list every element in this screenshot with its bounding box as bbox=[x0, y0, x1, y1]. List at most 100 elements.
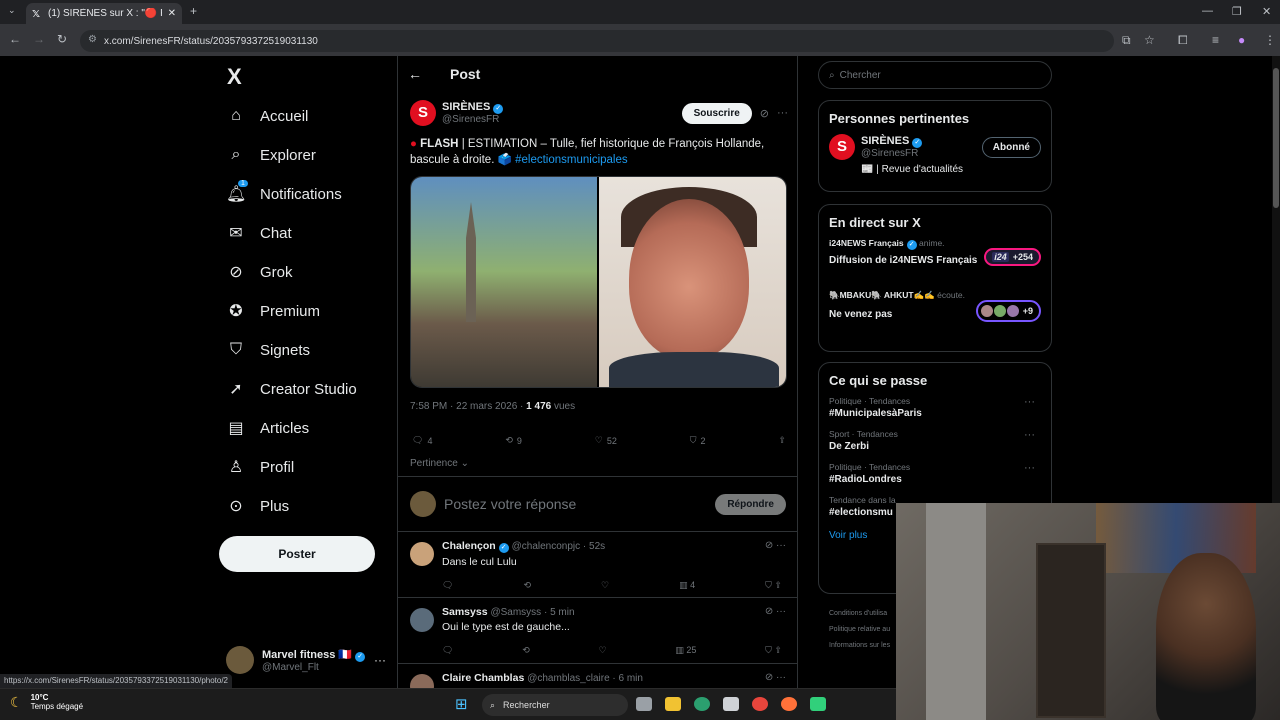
repost-action[interactable]: ⟲ 9 bbox=[505, 435, 522, 446]
footer-link[interactable]: Politique relative au bbox=[829, 622, 890, 638]
url-field[interactable]: ⚙ x.com/SirenesFR/status/203579337251903… bbox=[80, 30, 1114, 52]
trend-item[interactable]: Sport · Tendances De Zerbi ··· bbox=[829, 429, 1041, 452]
new-tab-icon[interactable]: + bbox=[190, 4, 197, 18]
heart-icon[interactable]: ♡ bbox=[599, 645, 607, 656]
reply-input[interactable]: Postez votre réponse bbox=[444, 496, 707, 512]
back-arrow-icon[interactable]: ← bbox=[408, 66, 422, 82]
author-name[interactable]: SIRÈNES ✓ bbox=[442, 101, 682, 114]
grok-icon[interactable]: ⊘ bbox=[765, 606, 773, 617]
edge-icon[interactable] bbox=[694, 697, 710, 711]
live-listeners-pill[interactable]: i24 +254 bbox=[984, 248, 1041, 266]
close-window-icon[interactable]: ✕ bbox=[1262, 5, 1271, 18]
back-icon[interactable]: ← bbox=[9, 32, 21, 46]
trend-item[interactable]: Politique · Tendances #MunicipalesàParis ·… bbox=[829, 396, 1041, 419]
comment-item[interactable]: Claire Chamblas @chamblas_claire · 6 min… bbox=[398, 664, 798, 688]
nav-item-grok[interactable]: ⊘ Grok bbox=[226, 260, 292, 284]
windows-start-icon[interactable]: ⊞ bbox=[455, 695, 468, 713]
more-options-icon[interactable]: ··· bbox=[1024, 429, 1035, 441]
chrome-icon[interactable] bbox=[752, 697, 768, 711]
nav-item-chat[interactable]: ✉ Chat bbox=[226, 221, 291, 245]
comment-author[interactable]: Chalençon ✓ @chalenconpjc · 52s bbox=[442, 540, 787, 553]
tab-list-icon[interactable]: ⌄ bbox=[8, 5, 16, 16]
relevant-person[interactable]: S SIRÈNES ✓ @SirenesFR Abonné bbox=[829, 134, 1041, 160]
bookmark-share[interactable]: ⛉ ⇪ bbox=[765, 580, 782, 591]
author-handle[interactable]: @SirenesFR bbox=[442, 114, 682, 125]
close-tab-icon[interactable]: ✕ bbox=[168, 8, 176, 19]
media-photo-town[interactable] bbox=[411, 177, 597, 387]
footer-link[interactable]: Conditions d'utilisa bbox=[829, 606, 890, 622]
repost-icon[interactable]: ⟲ bbox=[522, 645, 530, 656]
x-logo-icon[interactable]: X bbox=[227, 64, 242, 90]
comment-author[interactable]: Samsyss @Samsyss · 5 min bbox=[442, 606, 787, 618]
nav-item-premium[interactable]: ✪ Premium bbox=[226, 299, 320, 323]
nav-item-plus[interactable]: ⊙ Plus bbox=[226, 494, 289, 518]
comment-avatar[interactable] bbox=[410, 674, 434, 688]
more-options-icon[interactable]: ··· bbox=[776, 606, 786, 617]
file-explorer-icon[interactable] bbox=[665, 697, 681, 711]
hashtag-link[interactable]: #electionsmunicipales bbox=[515, 154, 628, 166]
more-options-icon[interactable]: ··· bbox=[1024, 396, 1035, 408]
post-button[interactable]: Poster bbox=[219, 536, 375, 572]
live-listeners-pill[interactable]: +9 bbox=[975, 300, 1041, 322]
firefox-icon[interactable] bbox=[781, 697, 797, 711]
comment-avatar[interactable] bbox=[410, 542, 434, 566]
live-item[interactable]: 🐘MBAKU🐘 AHKUT✍️✍️ écoute. Ne venez pas +… bbox=[829, 290, 1041, 340]
install-icon[interactable]: ⧉ bbox=[1122, 33, 1131, 48]
nav-item-profil[interactable]: ♙ Profil bbox=[226, 455, 294, 479]
like-action[interactable]: ♡ 52 bbox=[595, 435, 617, 446]
bookmark-share[interactable]: ⛉ ⇪ bbox=[765, 645, 782, 656]
media-photo-portrait[interactable] bbox=[599, 177, 786, 387]
live-item[interactable]: i24NEWS Français ✓ anime. Diffusion de i2… bbox=[829, 238, 1041, 290]
views-action[interactable]: ▥ 25 bbox=[675, 645, 696, 656]
comment-item[interactable]: Samsyss @Samsyss · 5 min Oui le type est… bbox=[398, 598, 798, 664]
forward-icon[interactable]: → bbox=[33, 32, 45, 46]
star-icon[interactable]: ☆ bbox=[1144, 33, 1155, 47]
reply-button[interactable]: Répondre bbox=[715, 493, 786, 515]
nav-item-articles[interactable]: ▤ Articles bbox=[226, 416, 309, 440]
following-button[interactable]: Abonné bbox=[981, 136, 1041, 158]
nav-item-notifications[interactable]: 🔔︎ 1 Notifications bbox=[226, 180, 342, 206]
more-options-icon[interactable]: ··· bbox=[1024, 462, 1035, 474]
task-view-icon[interactable] bbox=[636, 697, 652, 711]
weather-widget[interactable]: ☾ 10°C Temps dégagé bbox=[10, 693, 83, 711]
comment-avatar[interactable] bbox=[410, 608, 434, 632]
grok-icon[interactable]: ⊘ bbox=[765, 540, 773, 551]
nav-item-accueil[interactable]: ⌂ Accueil bbox=[226, 104, 308, 128]
repost-icon[interactable]: ⟲ bbox=[523, 580, 531, 591]
more-options-icon[interactable]: ··· bbox=[776, 672, 786, 683]
author-avatar[interactable]: S bbox=[410, 100, 436, 126]
search-field[interactable]: ⌕ Chercher bbox=[818, 61, 1052, 89]
profile-icon[interactable]: ● bbox=[1238, 33, 1245, 47]
menu-icon[interactable]: ⋮ bbox=[1264, 33, 1276, 47]
maximize-icon[interactable]: ❐ bbox=[1232, 5, 1242, 18]
views-action[interactable]: ▥ 4 bbox=[679, 580, 695, 591]
reply-action[interactable]: 🗨︎ 4 bbox=[412, 435, 432, 446]
more-options-icon[interactable]: ··· bbox=[776, 540, 786, 551]
comment-author[interactable]: Claire Chamblas @chamblas_claire · 6 min bbox=[442, 672, 787, 684]
nav-item-explorer[interactable]: ⌕ Explorer bbox=[226, 143, 316, 167]
tab-search-icon[interactable]: ≡ bbox=[1212, 33, 1219, 47]
account-switcher[interactable]: Marvel fitness 🇫🇷 ✓ @Marvel_Flt ··· bbox=[226, 644, 386, 676]
author-avatar[interactable]: S bbox=[829, 134, 855, 160]
nav-item-signets[interactable]: ⛉ Signets bbox=[226, 338, 310, 362]
tweet-media[interactable] bbox=[410, 176, 787, 388]
heart-icon[interactable]: ♡ bbox=[601, 580, 609, 591]
grok-icon[interactable]: ⊘ bbox=[765, 672, 773, 683]
footer-link[interactable]: Informations sur les bbox=[829, 638, 890, 654]
bookmark-action[interactable]: ⛉ 2 bbox=[690, 435, 706, 446]
taskbar-search[interactable]: ⌕ Rechercher bbox=[482, 694, 628, 716]
site-info-icon[interactable]: ⚙ bbox=[88, 34, 97, 45]
trend-item[interactable]: Politique · Tendances #RadioLondres ··· bbox=[829, 462, 1041, 485]
app-icon[interactable] bbox=[810, 697, 826, 711]
scrollbar-thumb[interactable] bbox=[1273, 68, 1279, 208]
nav-item-creator-studio[interactable]: ➚ Creator Studio bbox=[226, 377, 356, 401]
reload-icon[interactable]: ↻ bbox=[57, 32, 67, 46]
reply-icon[interactable]: 🗨︎ bbox=[442, 580, 453, 591]
store-icon[interactable] bbox=[723, 697, 739, 711]
browser-tab[interactable]: 𝕏 (1) SIRÈNES sur X : "🔴 FLASH | ✕ bbox=[26, 3, 182, 24]
comment-item[interactable]: Chalençon ✓ @chalenconpjc · 52s Dans le c… bbox=[398, 532, 798, 598]
share-action[interactable]: ⇪ bbox=[778, 435, 786, 446]
minimize-icon[interactable]: — bbox=[1202, 5, 1213, 17]
tweet-time[interactable]: 7:58 PM · 22 mars 2026 · bbox=[410, 401, 526, 412]
more-options-icon[interactable]: ··· bbox=[374, 653, 386, 667]
